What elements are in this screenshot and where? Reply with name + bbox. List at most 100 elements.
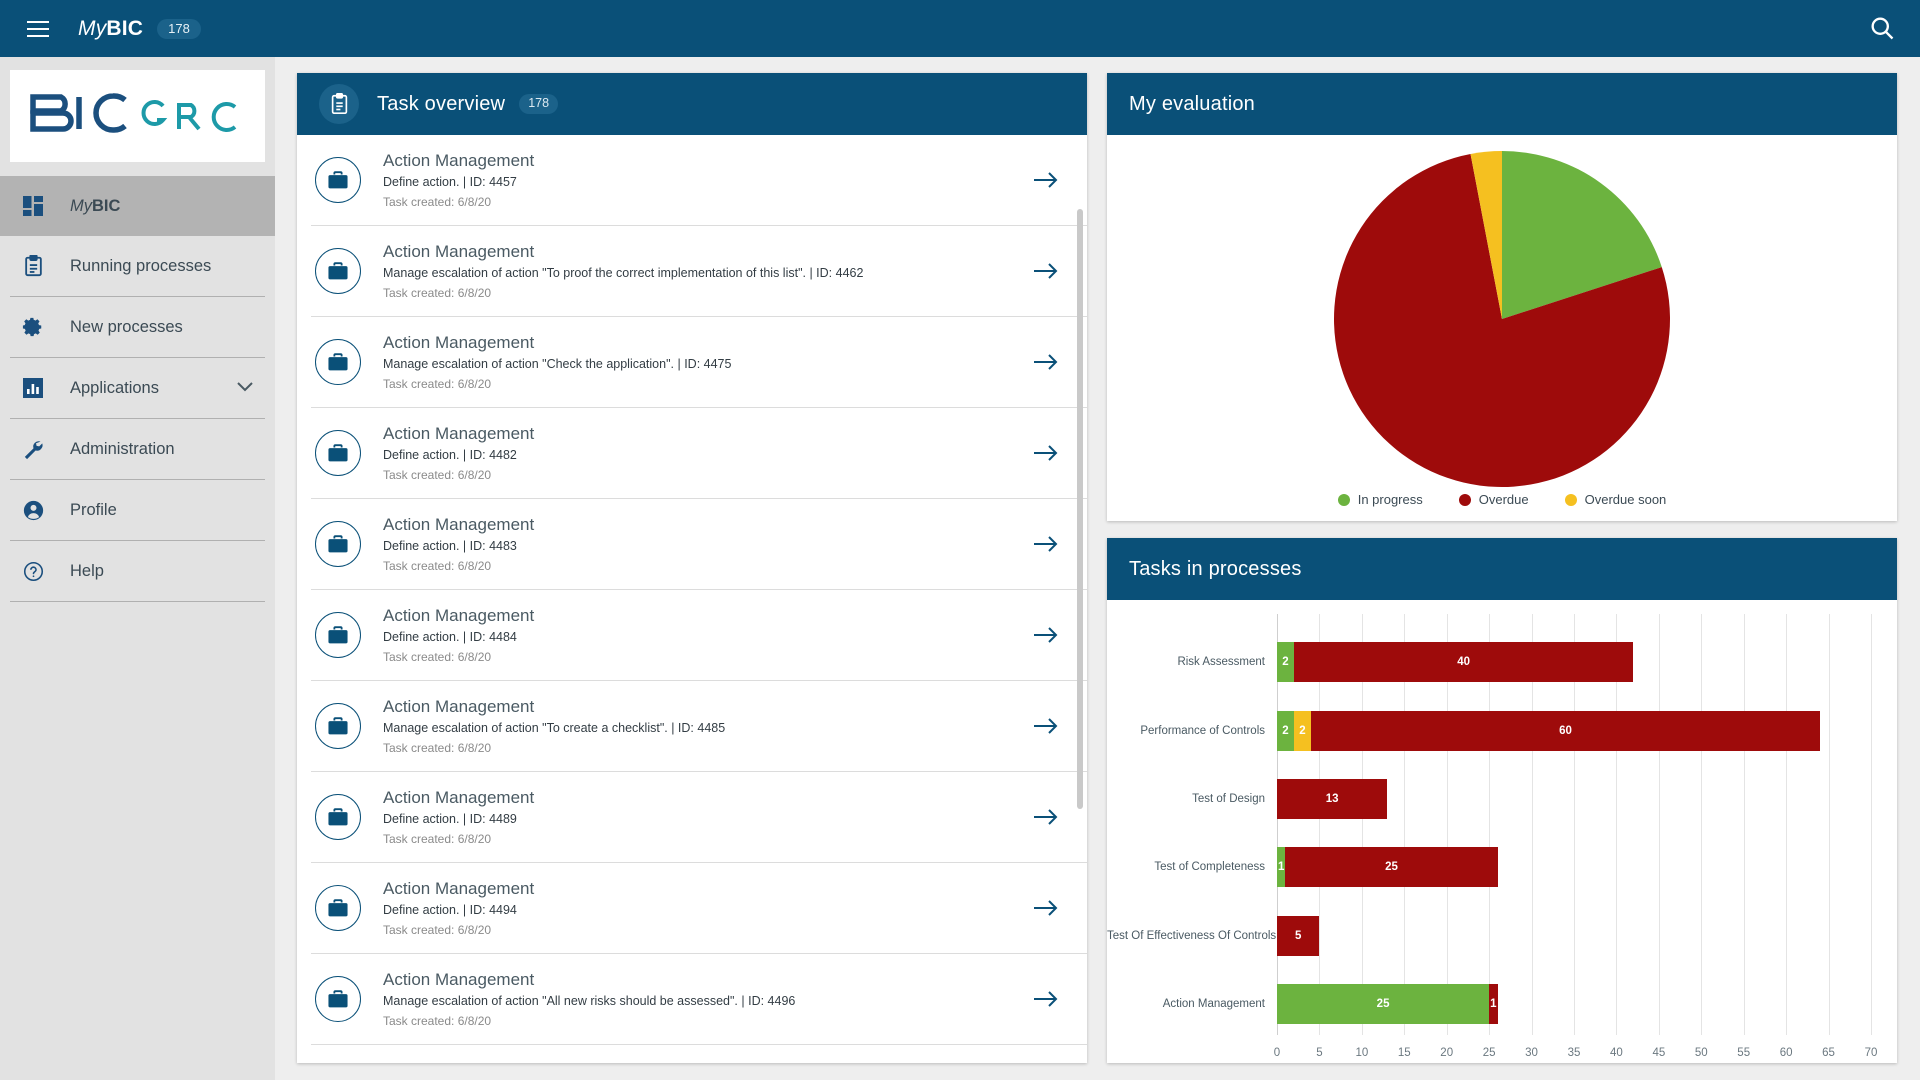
task-created: Task created: 6/8/20 [383,1014,1031,1028]
briefcase-icon [315,794,361,840]
legend-item[interactable]: In progress [1338,492,1423,507]
task-description: Define action. | ID: 4483 [383,539,1031,553]
task-description: Define action. | ID: 4489 [383,812,1031,826]
task-row[interactable]: Action ManagementDefine action. | ID: 44… [311,772,1087,863]
brand-bic: BIC [106,17,143,40]
x-axis-tick-label: 20 [1440,1047,1453,1059]
legend-item[interactable]: Overdue soon [1565,492,1667,507]
task-created: Task created: 6/8/20 [383,468,1031,482]
task-row[interactable]: Action ManagementDefine action. | ID: 44… [311,863,1087,954]
legend-color-dot [1338,494,1350,506]
task-text: Action ManagementDefine action. | ID: 44… [383,788,1031,846]
sidebar-item-mybic[interactable]: MyBIC [0,176,275,236]
task-row[interactable]: Action Management Define action. | ID: 44… [311,499,1087,590]
sidebar-item-label: Help [70,562,104,581]
sidebar-item-label: New processes [70,318,183,337]
bar-track: 5 [1277,916,1871,956]
task-row[interactable]: Action ManagementManage escalation of ac… [311,226,1087,317]
bar-segment[interactable]: 25 [1285,847,1497,887]
task-created: Task created: 6/8/20 [383,195,1031,209]
sidebar-item-applications[interactable]: Applications [0,358,275,418]
open-task-arrow-icon[interactable] [1031,262,1061,280]
bar-category-label: Risk Assessment [1107,656,1277,668]
app-brand[interactable]: MyBIC [78,17,143,41]
stacked-bar-chart[interactable]: Risk Assessment240Performance of Control… [1107,614,1871,1063]
bar-segment[interactable]: 25 [1277,984,1489,1024]
x-axis-tick-label: 35 [1568,1047,1581,1059]
x-axis-tick-label: 45 [1652,1047,1665,1059]
sidebar-item-label: Profile [70,501,117,520]
x-axis-tick-label: 60 [1780,1047,1793,1059]
task-title: Action Management [383,333,1031,353]
task-title: Action Management [383,606,1031,626]
tasks-in-processes-body: Risk Assessment240Performance of Control… [1107,600,1897,1063]
legend-item[interactable]: Overdue [1459,492,1529,507]
open-task-arrow-icon[interactable] [1031,626,1061,644]
my-evaluation-body: In progress Overdue Overdue soon [1107,135,1897,521]
wrench-icon [18,436,48,462]
search-icon[interactable] [1868,14,1896,42]
task-row[interactable]: Action ManagementManage escalation of ac… [311,681,1087,772]
legend-label: In progress [1358,492,1423,507]
task-row[interactable]: Action ManagementDefine action. | ID: 44… [311,408,1087,499]
hamburger-line [27,21,49,23]
bar-row: Risk Assessment240 [1107,642,1871,682]
bar-segment[interactable]: 2 [1294,711,1311,751]
task-list[interactable]: Action Management Define action. | ID: 44… [297,135,1087,1063]
scrollbar-thumb[interactable] [1077,209,1083,809]
open-task-arrow-icon[interactable] [1031,353,1061,371]
open-task-arrow-icon[interactable] [1031,171,1061,189]
open-task-arrow-icon[interactable] [1031,444,1061,462]
question-circle-icon [18,558,48,584]
sidebar-item-new-processes[interactable]: New processes [0,297,275,357]
brand-my: My [78,17,106,40]
task-title: Action Management [383,242,1031,262]
bar-segment[interactable]: 2 [1277,711,1294,751]
open-task-arrow-icon[interactable] [1031,990,1061,1008]
sidebar-item-help[interactable]: Help [0,541,275,601]
task-text: Action ManagementManage escalation of ac… [383,242,1031,300]
chevron-down-icon[interactable] [237,379,253,397]
task-title: Action Management [383,515,1031,535]
sidebar-item-administration[interactable]: Administration [0,419,275,479]
x-axis-tick-label: 30 [1525,1047,1538,1059]
task-created: Task created: 6/8/20 [383,377,1031,391]
bar-segment[interactable]: 40 [1294,642,1633,682]
sidebar-item-running-processes[interactable]: Running processes [0,236,275,296]
x-axis-tick-label: 25 [1483,1047,1496,1059]
open-task-arrow-icon[interactable] [1031,535,1061,553]
hamburger-menu-icon[interactable] [20,11,56,47]
open-task-arrow-icon[interactable] [1031,717,1061,735]
task-row[interactable]: Action ManagementDefine action. | ID: 44… [311,135,1087,226]
briefcase-icon [315,157,361,203]
bar-segment[interactable]: 13 [1277,779,1387,819]
bar-segment[interactable]: 1 [1277,847,1285,887]
bar-segment[interactable]: 1 [1489,984,1497,1024]
bar-segment[interactable]: 5 [1277,916,1319,956]
bar-segment[interactable]: 2 [1277,642,1294,682]
task-row[interactable]: Action ManagementDefine action. | ID: 44… [311,590,1087,681]
bic-grc-logo [10,70,265,162]
sidebar-item-profile[interactable]: Profile [0,480,275,540]
bar-row: Test of Design13 [1107,779,1871,819]
sidebar-divider [10,601,265,602]
open-task-arrow-icon[interactable] [1031,899,1061,917]
dashboard-icon [18,193,48,219]
bar-category-label: Test of Completeness [1107,861,1277,873]
briefcase-icon [315,521,361,567]
bar-segment[interactable]: 60 [1311,711,1820,751]
x-axis-tick-label: 70 [1865,1047,1878,1059]
task-description: Manage escalation of action "To create a… [383,721,1031,735]
x-axis-tick-label: 40 [1610,1047,1623,1059]
task-list-scrollbar[interactable] [1077,135,1083,1063]
open-task-arrow-icon[interactable] [1031,808,1061,826]
evaluation-pie-chart[interactable] [1332,149,1672,494]
top-app-bar: MyBIC 178 [0,0,1920,57]
task-overview-panel: Task overview 178 Action ManagementDefin… [297,73,1087,1063]
main-content: Task overview 178 Action ManagementDefin… [275,57,1920,1080]
task-row[interactable]: Action ManagementManage escalation of ac… [311,317,1087,408]
briefcase-icon [315,430,361,476]
bar-category-label: Action Management [1107,998,1277,1010]
task-row[interactable]: Action ManagementManage escalation of ac… [311,954,1087,1045]
bar-row: Test Of Effectiveness Of Controls5 [1107,916,1871,956]
